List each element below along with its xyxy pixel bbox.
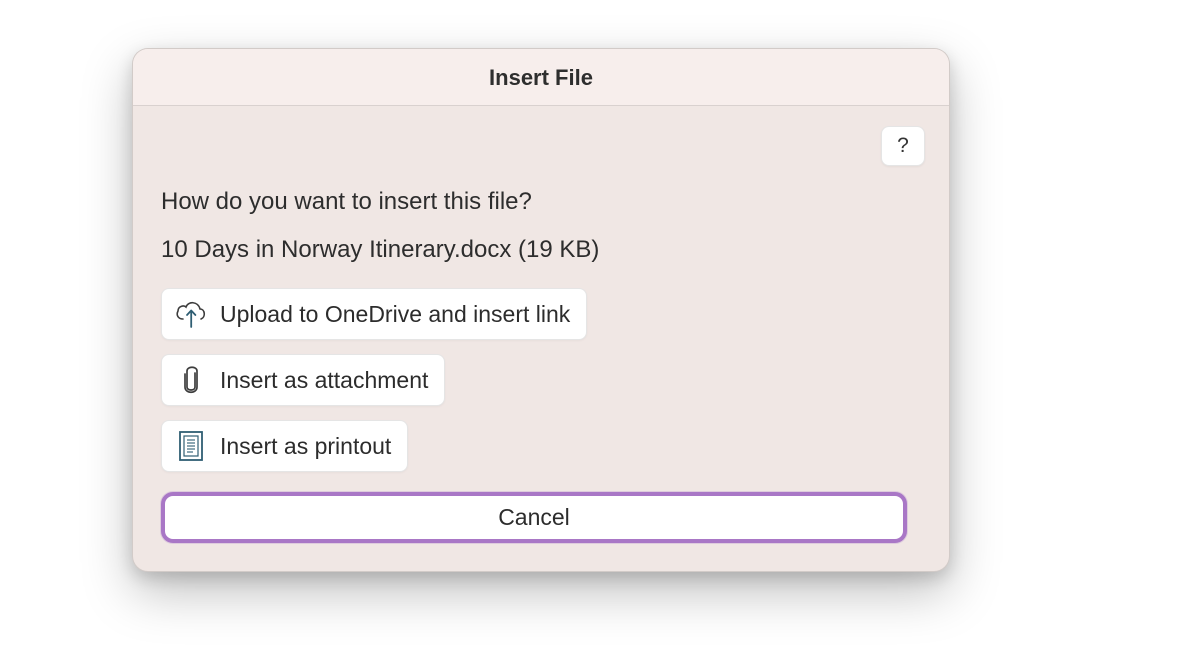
upload-onedrive-label: Upload to OneDrive and insert link [220,301,570,328]
help-button[interactable]: ? [881,126,925,166]
insert-attachment-button[interactable]: Insert as attachment [161,354,445,406]
printout-icon [174,429,208,463]
cancel-label: Cancel [498,504,570,530]
insert-options: Upload to OneDrive and insert link Inser… [161,288,921,543]
upload-onedrive-button[interactable]: Upload to OneDrive and insert link [161,288,587,340]
insert-printout-label: Insert as printout [220,433,391,460]
cloud-upload-icon [174,297,208,331]
insert-printout-button[interactable]: Insert as printout [161,420,408,472]
dialog-title: Insert File [133,65,949,91]
insert-file-dialog: Insert File ? How do you want to insert … [132,48,950,572]
cancel-button[interactable]: Cancel [161,492,907,543]
prompt-text: How do you want to insert this file? [161,188,921,216]
dialog-titlebar: Insert File [133,49,949,106]
paperclip-icon [174,363,208,397]
dialog-body: ? How do you want to insert this file? 1… [133,106,949,571]
file-name-text: 10 Days in Norway Itinerary.docx (19 KB) [161,236,921,264]
help-icon: ? [897,134,909,158]
insert-attachment-label: Insert as attachment [220,367,428,394]
